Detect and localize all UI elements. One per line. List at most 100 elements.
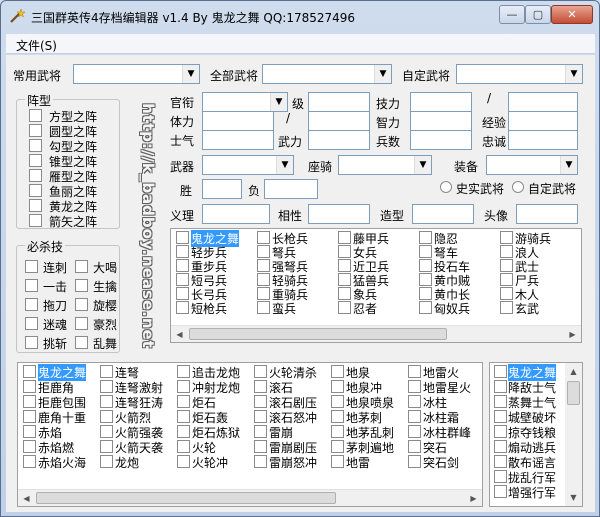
tactic-checkbox[interactable] bbox=[100, 365, 113, 378]
level-field[interactable] bbox=[308, 92, 370, 112]
unit-checkbox[interactable] bbox=[176, 259, 189, 272]
tactic-checkbox[interactable] bbox=[100, 425, 113, 438]
tactic-checkbox[interactable] bbox=[177, 440, 190, 453]
skill-checkbox[interactable] bbox=[25, 317, 38, 330]
portrait-field[interactable] bbox=[516, 204, 578, 224]
skill-checkbox[interactable] bbox=[75, 298, 88, 311]
skill-checkbox[interactable] bbox=[25, 298, 38, 311]
tactic-checkbox[interactable] bbox=[100, 455, 113, 468]
unit-checkbox[interactable] bbox=[338, 287, 351, 300]
list-item[interactable]: 赤焰火海 bbox=[38, 454, 86, 471]
strategy-checkbox[interactable] bbox=[494, 440, 507, 453]
formation-checkbox[interactable] bbox=[29, 124, 42, 137]
loyalty-field[interactable] bbox=[508, 130, 578, 150]
str-field[interactable] bbox=[308, 130, 370, 150]
chevron-down-icon[interactable]: ▼ bbox=[565, 65, 582, 83]
scroll-down-icon[interactable]: ▼ bbox=[565, 489, 582, 506]
tactic-checkbox[interactable] bbox=[331, 425, 344, 438]
tactic-checkbox[interactable] bbox=[408, 365, 421, 378]
list-item[interactable]: 短枪兵 bbox=[191, 300, 227, 317]
righteous-field[interactable] bbox=[202, 204, 270, 224]
win-field[interactable] bbox=[202, 179, 242, 199]
compat-field[interactable] bbox=[308, 204, 370, 224]
tactic-checkbox[interactable] bbox=[331, 365, 344, 378]
menu-file[interactable]: 文件(S) bbox=[16, 37, 57, 54]
custom-general-radio[interactable] bbox=[512, 181, 524, 193]
chevron-down-icon[interactable]: ▼ bbox=[276, 156, 293, 174]
unit-checkbox[interactable] bbox=[419, 259, 432, 272]
list-item[interactable]: 突石剑 bbox=[423, 454, 459, 471]
chevron-down-icon[interactable]: ▼ bbox=[560, 156, 577, 174]
tactic-checkbox[interactable] bbox=[408, 395, 421, 408]
tactic-checkbox[interactable] bbox=[331, 380, 344, 393]
unit-checkbox[interactable] bbox=[500, 287, 513, 300]
tactic-checkbox[interactable] bbox=[23, 365, 36, 378]
units-listbox[interactable]: 鬼龙之舞 轻步兵 重步兵 短弓兵 长弓兵 短枪兵 长枪兵 弩兵 强弩兵 轻骑兵 … bbox=[170, 228, 582, 343]
unit-checkbox[interactable] bbox=[176, 231, 189, 244]
custom-generals-combo[interactable]: ▼ bbox=[456, 64, 583, 84]
strategy-checkbox[interactable] bbox=[494, 380, 507, 393]
unit-checkbox[interactable] bbox=[500, 301, 513, 314]
tactic-checkbox[interactable] bbox=[331, 410, 344, 423]
tactic-checkbox[interactable] bbox=[100, 410, 113, 423]
strategy-checkbox[interactable] bbox=[494, 470, 507, 483]
power-field[interactable] bbox=[410, 92, 472, 112]
tactic-checkbox[interactable] bbox=[177, 455, 190, 468]
tactic-checkbox[interactable] bbox=[408, 410, 421, 423]
close-button[interactable]: ✕ bbox=[551, 5, 593, 24]
tactic-checkbox[interactable] bbox=[23, 410, 36, 423]
scroll-left-icon[interactable]: ◀ bbox=[171, 326, 188, 342]
scroll-up-icon[interactable]: ▲ bbox=[565, 363, 582, 380]
list-item[interactable]: 火轮冲 bbox=[192, 454, 228, 471]
scroll-right-icon[interactable]: ▶ bbox=[564, 326, 581, 342]
mount-combo[interactable]: ▼ bbox=[338, 155, 432, 175]
tactic-checkbox[interactable] bbox=[254, 365, 267, 378]
tactic-checkbox[interactable] bbox=[331, 395, 344, 408]
model-field[interactable] bbox=[412, 204, 474, 224]
tactic-checkbox[interactable] bbox=[408, 425, 421, 438]
unit-checkbox[interactable] bbox=[338, 259, 351, 272]
list-item[interactable]: 雷崩怒冲 bbox=[269, 454, 317, 471]
skill-checkbox[interactable] bbox=[75, 317, 88, 330]
tactic-checkbox[interactable] bbox=[23, 380, 36, 393]
scroll-right-icon[interactable]: ▶ bbox=[465, 490, 482, 506]
scroll-left-icon[interactable]: ◀ bbox=[18, 490, 35, 506]
chevron-down-icon[interactable]: ▼ bbox=[374, 65, 391, 83]
tactic-checkbox[interactable] bbox=[254, 395, 267, 408]
strategy-checkbox[interactable] bbox=[494, 425, 507, 438]
unit-checkbox[interactable] bbox=[500, 245, 513, 258]
int-field[interactable] bbox=[410, 111, 472, 131]
troops-field[interactable] bbox=[410, 130, 472, 150]
unit-checkbox[interactable] bbox=[419, 287, 432, 300]
minimize-button[interactable]: — bbox=[499, 5, 525, 24]
unit-checkbox[interactable] bbox=[257, 287, 270, 300]
skill-checkbox[interactable] bbox=[75, 260, 88, 273]
list-item[interactable]: 地雷 bbox=[346, 454, 370, 471]
tactic-checkbox[interactable] bbox=[254, 380, 267, 393]
scroll-thumb[interactable] bbox=[567, 381, 580, 405]
unit-checkbox[interactable] bbox=[257, 231, 270, 244]
formation-checkbox[interactable] bbox=[29, 139, 42, 152]
formation-checkbox[interactable] bbox=[29, 199, 42, 212]
skill-checkbox[interactable] bbox=[25, 336, 38, 349]
unit-checkbox[interactable] bbox=[338, 231, 351, 244]
scroll-thumb[interactable] bbox=[36, 492, 336, 504]
unit-checkbox[interactable] bbox=[176, 301, 189, 314]
unit-checkbox[interactable] bbox=[500, 259, 513, 272]
equip-combo[interactable]: ▼ bbox=[486, 155, 578, 175]
skill-checkbox[interactable] bbox=[25, 260, 38, 273]
unit-checkbox[interactable] bbox=[257, 301, 270, 314]
exp-field[interactable] bbox=[508, 111, 578, 131]
units-hscrollbar[interactable]: ◀ ▶ bbox=[171, 325, 581, 342]
unit-checkbox[interactable] bbox=[500, 231, 513, 244]
tactics-listbox[interactable]: 鬼龙之舞 拒鹿角 拒鹿包围 鹿角十重 赤焰 赤焰燃 赤焰火海 连弩 连弩激射 连… bbox=[17, 362, 483, 507]
tactic-checkbox[interactable] bbox=[408, 380, 421, 393]
strategy-vscrollbar[interactable]: ▲ ▼ bbox=[565, 363, 582, 506]
list-item[interactable]: 增强行军 bbox=[508, 484, 556, 501]
chevron-down-icon[interactable]: ▼ bbox=[414, 156, 431, 174]
weapon-combo[interactable]: ▼ bbox=[202, 155, 294, 175]
chevron-down-icon[interactable]: ▼ bbox=[270, 93, 287, 111]
skill-checkbox[interactable] bbox=[75, 336, 88, 349]
tactic-checkbox[interactable] bbox=[177, 365, 190, 378]
history-general-radio[interactable] bbox=[440, 181, 452, 193]
